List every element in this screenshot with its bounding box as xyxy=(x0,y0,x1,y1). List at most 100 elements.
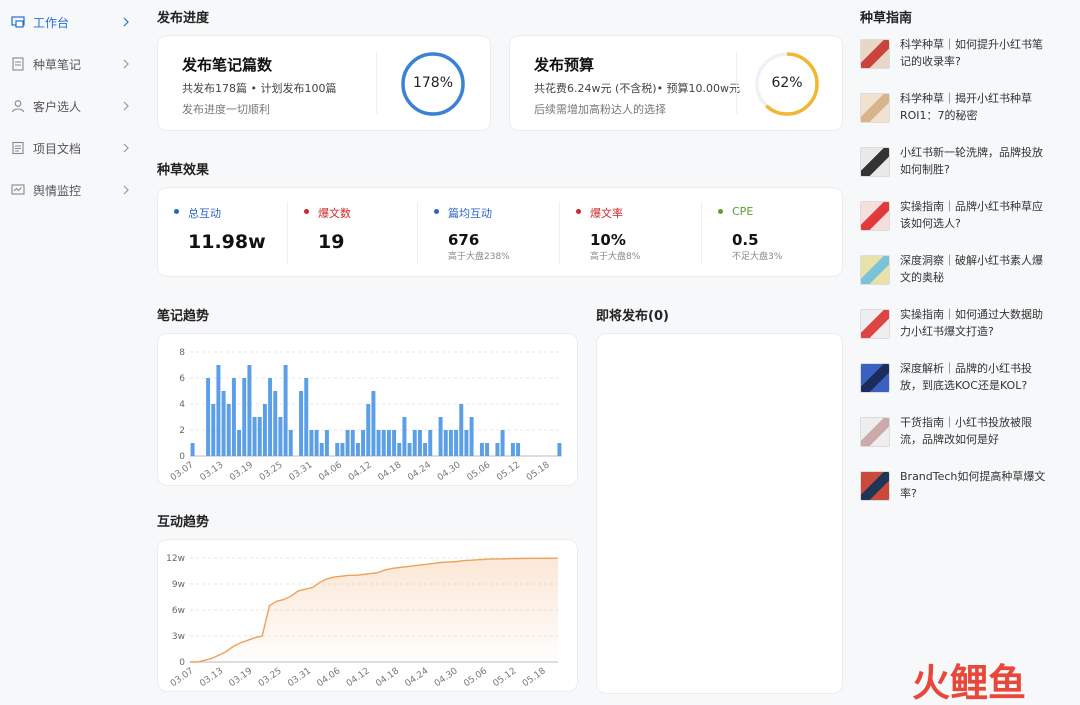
document-icon xyxy=(12,141,24,155)
metric-dot xyxy=(576,209,581,214)
bar xyxy=(335,443,340,456)
bar xyxy=(355,443,360,456)
bar xyxy=(459,404,464,456)
bar xyxy=(495,443,500,456)
bar xyxy=(376,430,381,456)
metric-label: 爆文率 xyxy=(590,207,623,220)
x-tick-label: 04.06 xyxy=(317,460,344,483)
metric-value: 676 xyxy=(448,231,480,249)
bar xyxy=(397,443,402,456)
y-tick-label: 4 xyxy=(179,400,185,410)
bar xyxy=(402,417,407,456)
notes-card-title: 发布笔记篇数 xyxy=(182,56,273,74)
bar xyxy=(226,404,231,456)
x-tick-label: 04.30 xyxy=(433,666,460,689)
bar xyxy=(438,417,443,456)
bar xyxy=(366,404,371,456)
guide-thumbnail xyxy=(860,93,890,123)
x-tick-label: 03.31 xyxy=(288,460,315,483)
user-icon xyxy=(11,100,25,113)
bar xyxy=(273,391,278,456)
sidebar: 工作台 种草笔记 客户选人 项目文档 舆情监控 xyxy=(0,0,142,705)
effect-card: 总互动 11.98w 爆文数 19 篇均互动 676 高于大盘238% 爆文率 … xyxy=(157,187,843,277)
budget-card-note: 后续需增加高粉达人的选择 xyxy=(534,103,666,116)
metric-note: 不足大盘3% xyxy=(732,252,783,262)
y-tick-label: 6 xyxy=(179,374,185,384)
section-title-upcoming: 即将发布(0) xyxy=(596,309,669,324)
guide-item[interactable]: BrandTech如何提高种草爆文率? xyxy=(860,468,1060,508)
metric-dot xyxy=(434,209,439,214)
y-tick-label: 6w xyxy=(172,606,185,616)
sidebar-item-label: 工作台 xyxy=(33,15,70,30)
guide-item[interactable]: 实操指南｜品牌小红书种草应该如何选人? xyxy=(860,198,1060,238)
bar xyxy=(299,391,304,456)
x-tick-label: 03.19 xyxy=(228,666,255,689)
section-title-notes-trend: 笔记趋势 xyxy=(157,309,210,324)
guide-item[interactable]: 干货指南｜小红书投放被限流，品牌改如何是好 xyxy=(860,414,1060,454)
bar xyxy=(386,430,391,456)
guide-thumbnail xyxy=(860,417,890,447)
x-tick-label: 05.18 xyxy=(525,460,552,483)
metric-label: 篇均互动 xyxy=(448,207,492,220)
bar xyxy=(304,378,309,456)
chevron-right-icon xyxy=(123,185,129,195)
bar xyxy=(443,430,448,456)
bar xyxy=(340,443,345,456)
sidebar-item-customers[interactable]: 客户选人 xyxy=(0,92,142,120)
bar xyxy=(516,443,521,456)
x-tick-label: 04.18 xyxy=(374,666,401,689)
x-tick-label: 05.12 xyxy=(492,666,519,689)
guide-item-title: 干货指南｜小红书投放被限流，品牌改如何是好 xyxy=(900,416,1032,446)
x-tick-label: 05.06 xyxy=(466,460,493,483)
x-tick-label: 03.19 xyxy=(228,460,255,483)
bar xyxy=(221,391,226,456)
budget-progress-card: 发布预算 共花费6.24w元 (不含税)• 预算10.00w元 后续需增加高粉达… xyxy=(509,35,843,131)
guide-item-title: 实操指南｜品牌小红书种草应该如何选人? xyxy=(900,200,1043,230)
guide-item[interactable]: 实操指南｜如何通过大数据助力小红书爆文打造? xyxy=(860,306,1060,346)
bar xyxy=(247,365,252,456)
guide-item-title: 科学种草｜揭开小红书种草ROI1：7的秘密 xyxy=(900,92,1032,122)
bar xyxy=(262,404,267,456)
x-tick-label: 03.13 xyxy=(199,460,226,483)
metric-cpe: CPE 0.5 不足大盘3% xyxy=(702,188,842,278)
metric-value: 0.5 xyxy=(732,231,759,249)
guide-item-title: 实操指南｜如何通过大数据助力小红书爆文打造? xyxy=(900,308,1043,338)
sidebar-item-monitor[interactable]: 舆情监控 xyxy=(0,176,142,204)
x-tick-label: 04.06 xyxy=(316,666,343,689)
x-tick-label: 05.18 xyxy=(521,666,548,689)
x-tick-label: 03.25 xyxy=(258,460,285,483)
bar xyxy=(278,417,283,456)
guide-item[interactable]: 科学种草｜揭开小红书种草ROI1：7的秘密 xyxy=(860,90,1060,130)
guide-thumbnail xyxy=(860,147,890,177)
metric-dot xyxy=(304,209,309,214)
sidebar-item-documents[interactable]: 项目文档 xyxy=(0,134,142,162)
watermark-logo: 火鲤鱼 xyxy=(912,661,1026,704)
y-tick-label: 8 xyxy=(179,348,185,358)
notes-progress-card: 发布笔记篇数 共发布178篇 • 计划发布100篇 发布进度一切顺利 178% xyxy=(157,35,491,131)
watermark-text: 火鲤鱼 xyxy=(912,661,1026,704)
chevron-right-icon xyxy=(123,143,129,153)
x-tick-label: 03.07 xyxy=(169,460,196,483)
interaction-trend-card: 0 3w 6w 9w 12w 03.07 03.13 03.19 03.25 03.31 04.06… xyxy=(157,539,578,692)
metric-label: CPE xyxy=(732,205,754,218)
guide-item[interactable]: 小红书新一轮洗牌，品牌投放如何制胜? xyxy=(860,144,1060,184)
guide-item-title: 科学种草｜如何提升小红书笔记的收录率? xyxy=(900,38,1043,68)
guide-thumbnail xyxy=(860,39,890,69)
sidebar-item-notes[interactable]: 种草笔记 xyxy=(0,50,142,78)
metric-avg-interaction: 篇均互动 676 高于大盘238% xyxy=(418,188,560,278)
bar xyxy=(361,430,366,456)
bar xyxy=(417,430,422,456)
guide-thumbnail xyxy=(860,255,890,285)
x-tick-label: 05.06 xyxy=(462,666,489,689)
guide-item[interactable]: 深度解析｜品牌的小红书投放，到底选KOC还是KOL? xyxy=(860,360,1060,400)
x-tick-label: 03.13 xyxy=(198,666,225,689)
sidebar-item-dashboard[interactable]: 工作台 xyxy=(0,8,142,36)
guide-item[interactable]: 科学种草｜如何提升小红书笔记的收录率? xyxy=(860,36,1060,76)
guide-item[interactable]: 深度洞察｜破解小红书素人爆文的奥秘 xyxy=(860,252,1060,292)
bar xyxy=(448,430,453,456)
section-title-interaction-trend: 互动趋势 xyxy=(157,515,210,530)
bar xyxy=(216,365,221,456)
upcoming-panel xyxy=(596,333,843,694)
bar xyxy=(309,430,314,456)
bar xyxy=(407,443,412,456)
